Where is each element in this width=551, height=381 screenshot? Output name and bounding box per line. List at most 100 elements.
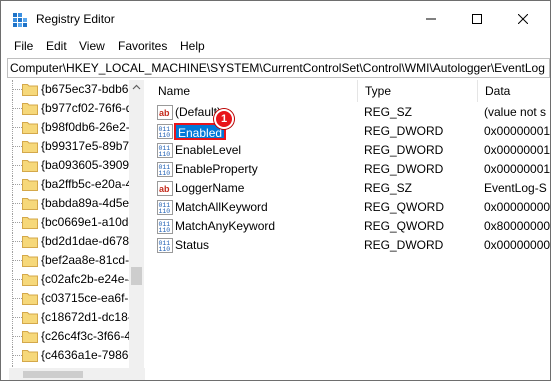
tree-item[interactable]: {c26c4f3c-3f66-4 (9, 327, 139, 345)
string-value-icon: ab (157, 181, 173, 196)
value-type: REG_SZ (364, 181, 413, 195)
folder-icon (22, 350, 38, 362)
tree-item[interactable]: {b99317e5-89b7- (9, 137, 139, 155)
menu-favorites[interactable]: Favorites (118, 39, 167, 53)
address-bar[interactable]: Computer\HKEY_LOCAL_MACHINE\SYSTEM\Curre… (7, 58, 550, 78)
value-list: Name Type Data ab (Default) REG_SZ (value n… (151, 80, 550, 380)
value-row[interactable]: ab LoggerName REG_SZ EventLog-S (151, 179, 550, 198)
key-tree: {b675ec37-bdb6- {b977cf02-76f6-d {b98f0db6… (9, 80, 145, 368)
tree-scroll-thumb[interactable] (131, 267, 142, 285)
binary-value-icon: 011110 (157, 124, 173, 139)
menu-file[interactable]: File (14, 39, 33, 53)
svg-text:ab: ab (159, 184, 170, 194)
tree-item[interactable]: {c03715ce-ea6f-5 (9, 289, 139, 307)
minimize-button[interactable] (408, 1, 454, 37)
value-row[interactable]: 011 110 EnableProperty REG_DWORD 0x00000001 (151, 160, 550, 179)
binary-value-icon: 011110 (157, 162, 173, 177)
tree-item-label: {c18672d1-dc18- (41, 310, 132, 324)
value-name: MatchAnyKeyword (175, 219, 276, 233)
value-name: (Default) (175, 105, 222, 119)
close-icon (518, 14, 528, 24)
tree-connector (13, 260, 22, 261)
column-header-name[interactable]: Name (151, 80, 358, 102)
folder-icon (22, 84, 38, 96)
tree-connector (13, 355, 22, 356)
tree-item-label: {bef2aa8e-81cd- (41, 253, 130, 267)
step-callout-badge: 1 (214, 109, 234, 129)
value-data: (value not s (484, 105, 547, 119)
folder-icon (22, 179, 38, 191)
binary-value-icon: 011110 (157, 143, 173, 158)
tree-item[interactable]: {ba093605-3909- (9, 156, 139, 174)
tree-item[interactable]: {c02afc2b-e24e-4 (9, 270, 139, 288)
tree-item-label: {b675ec37-bdb6- (41, 82, 133, 96)
value-row[interactable]: 011 110 MatchAnyKeyword REG_QWORD 0x80000000 (151, 217, 550, 236)
tree-item[interactable]: {c4636a1e-7986- (9, 346, 139, 364)
tree-item-label: {c26c4f3c-3f66-4 (41, 329, 132, 343)
menu-view[interactable]: View (79, 39, 105, 53)
svg-text:110: 110 (159, 170, 171, 177)
close-button[interactable] (500, 1, 546, 37)
folder-icon (22, 236, 38, 248)
tree-item-label: {babda89a-4d5e- (41, 196, 134, 210)
tree-connector (13, 127, 22, 128)
tree-connector (13, 203, 22, 204)
tree-item-label: {b977cf02-76f6-d (41, 101, 133, 115)
value-row[interactable]: 011 110 MatchAllKeyword REG_QWORD 0x00000000 (151, 198, 550, 217)
folder-icon (22, 274, 38, 286)
tree-item[interactable]: {b675ec37-bdb6- (9, 80, 139, 98)
title-bar[interactable]: Registry Editor (1, 1, 550, 37)
folder-icon (22, 331, 38, 343)
folder-icon (22, 122, 38, 134)
menu-bar: File Edit View Favorites Help (1, 37, 550, 57)
menu-edit[interactable]: Edit (46, 39, 67, 53)
value-row[interactable]: 011 110 Status REG_DWORD 0x00000000 (151, 236, 550, 255)
tree-item[interactable]: {bef2aa8e-81cd- (9, 251, 139, 269)
folder-icon (22, 198, 38, 210)
column-header-data[interactable]: Data (478, 80, 550, 102)
tree-item[interactable]: {ba2ffb5c-e20a-4 (9, 175, 139, 193)
tree-connector (13, 279, 22, 280)
tree-item-label: {b99317e5-89b7- (41, 139, 134, 153)
tree-item[interactable]: {c18672d1-dc18- (9, 308, 139, 326)
value-name: LoggerName (175, 181, 245, 195)
column-header-type[interactable]: Type (358, 80, 478, 102)
folder-icon (22, 255, 38, 267)
tree-item-label: {ba093605-3909- (41, 158, 134, 172)
value-row[interactable]: 011 110 Enabled REG_DWORD 0x00000001 (151, 122, 550, 141)
maximize-button[interactable] (454, 1, 500, 37)
tree-item[interactable]: {b977cf02-76f6-d (9, 99, 139, 117)
value-row[interactable]: ab (Default) REG_SZ (value not s (151, 103, 550, 122)
tree-horizontal-scrollbar[interactable] (9, 368, 145, 380)
value-data: 0x00000000 (484, 238, 550, 252)
tree-item[interactable]: {b98f0db6-26e2- (9, 118, 139, 136)
value-type: REG_DWORD (364, 162, 444, 176)
menu-help[interactable]: Help (180, 39, 205, 53)
tree-item[interactable]: {bd2d1dae-d678 (9, 232, 139, 250)
svg-text:110: 110 (159, 208, 171, 215)
svg-text:110: 110 (159, 151, 171, 158)
tree-item-label: {bd2d1dae-d678 (41, 234, 130, 248)
value-row[interactable]: 011 110 EnableLevel REG_DWORD 0x00000001 (151, 141, 550, 160)
tree-item[interactable]: {bc0669e1-a10d- (9, 213, 139, 231)
tree-item[interactable]: {babda89a-4d5e- (9, 194, 139, 212)
tree-connector (13, 165, 22, 166)
tree-vertical-scrollbar[interactable] (129, 80, 144, 368)
tree-item-label: {c4636a1e-7986- (41, 348, 133, 362)
tree-hscroll-thumb[interactable] (23, 371, 83, 378)
tree-connector (13, 89, 22, 90)
minimize-icon (426, 18, 436, 20)
binary-value-icon: 011110 (157, 219, 173, 234)
value-name: EnableProperty (175, 162, 258, 176)
scroll-up-icon[interactable] (132, 83, 141, 92)
value-type: REG_DWORD (364, 238, 444, 252)
tree-item-label: {bc0669e1-a10d- (41, 215, 133, 229)
value-type: REG_QWORD (364, 219, 445, 233)
tree-item-label: {c03715ce-ea6f-5 (41, 291, 136, 305)
binary-value-icon: 011110 (157, 238, 173, 253)
value-name: Status (175, 238, 210, 252)
tree-connector (13, 317, 22, 318)
tree-connector (13, 241, 22, 242)
value-type: REG_DWORD (364, 143, 444, 157)
tree-connector (13, 184, 22, 185)
